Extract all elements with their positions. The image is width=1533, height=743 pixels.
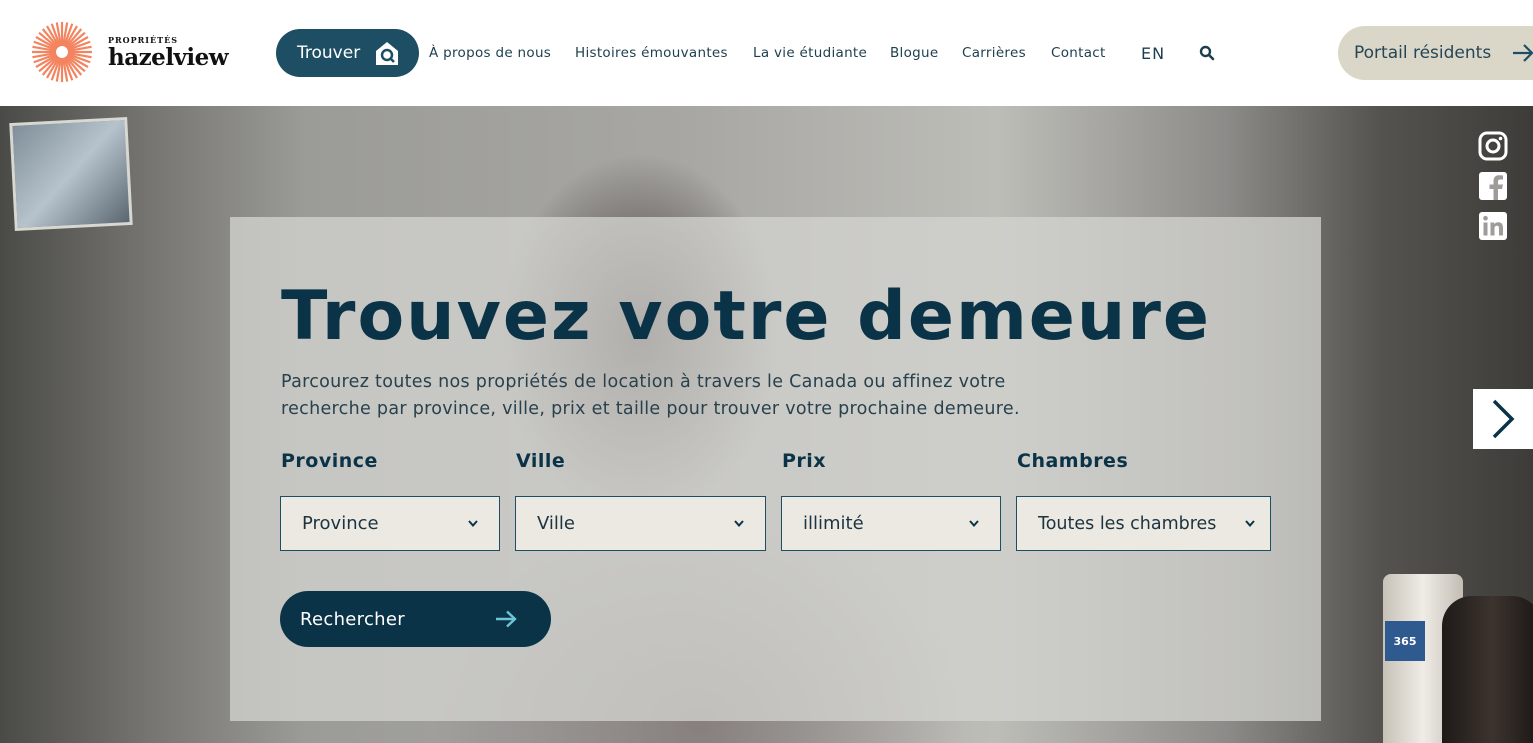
price-label: Prix xyxy=(782,450,827,472)
chevron-down-icon xyxy=(969,520,979,528)
chevron-down-icon xyxy=(468,520,478,528)
bedrooms-select-value: Toutes les chambres xyxy=(1038,513,1217,534)
nav-item-stories[interactable]: Histoires émouvantes xyxy=(575,45,728,61)
city-select-value: Ville xyxy=(537,513,575,534)
nav-item-student-life[interactable]: La vie étudiante xyxy=(753,45,867,61)
carousel-next-button[interactable] xyxy=(1473,389,1533,449)
arrow-right-icon xyxy=(496,610,517,628)
linkedin-icon[interactable] xyxy=(1478,211,1508,241)
hazelview-logo[interactable]: PROPRIÉTÉS hazelview xyxy=(30,20,229,84)
province-select-value: Province xyxy=(302,513,379,534)
hero-section: 365 Trouvez votre demeure Parcourez tout… xyxy=(0,106,1533,743)
site-header: PROPRIÉTÉS hazelview Trouver À propos de… xyxy=(0,0,1533,106)
facebook-icon[interactable] xyxy=(1478,171,1508,201)
search-icon[interactable] xyxy=(1199,45,1215,61)
province-select[interactable]: Province xyxy=(280,496,500,551)
province-label: Province xyxy=(281,450,378,472)
price-select[interactable]: illimité xyxy=(781,496,1001,551)
nav-item-careers[interactable]: Carrières xyxy=(962,45,1026,61)
hero-description: Parcourez toutes nos propriétés de locat… xyxy=(281,372,1020,419)
nav-item-contact[interactable]: Contact xyxy=(1051,45,1106,61)
resident-portal-label: Portail résidents xyxy=(1354,43,1492,63)
language-toggle[interactable]: EN xyxy=(1141,44,1165,63)
background-photo-frame xyxy=(9,116,133,232)
hero-title: Trouvez votre demeure xyxy=(281,277,1211,356)
chevron-down-icon xyxy=(734,520,744,528)
find-button-label: Trouver xyxy=(297,43,361,63)
logo-subtitle: PROPRIÉTÉS xyxy=(108,34,178,45)
background-jar-label: 365 xyxy=(1385,621,1425,661)
search-button[interactable]: Rechercher xyxy=(280,591,551,647)
background-bottle xyxy=(1442,596,1533,743)
bedrooms-label: Chambres xyxy=(1017,450,1129,472)
nav-item-blog[interactable]: Blogue xyxy=(890,45,939,61)
bedrooms-select[interactable]: Toutes les chambres xyxy=(1016,496,1271,551)
search-panel: Trouvez votre demeure Parcourez toutes n… xyxy=(230,217,1321,721)
chevron-right-icon xyxy=(1492,399,1515,439)
search-button-label: Rechercher xyxy=(300,608,405,630)
price-select-value: illimité xyxy=(803,513,864,534)
arrow-right-icon xyxy=(1513,44,1533,62)
city-select[interactable]: Ville xyxy=(515,496,766,551)
find-button[interactable]: Trouver xyxy=(276,29,419,77)
nav-item-about[interactable]: À propos de nous xyxy=(429,45,551,61)
chevron-down-icon xyxy=(1245,520,1255,528)
sunburst-logo-icon xyxy=(32,22,92,82)
resident-portal-button[interactable]: Portail résidents xyxy=(1338,26,1533,80)
instagram-icon[interactable] xyxy=(1478,131,1508,161)
city-label: Ville xyxy=(516,450,566,472)
logo-name: hazelview xyxy=(108,43,229,71)
house-search-icon xyxy=(376,42,398,65)
